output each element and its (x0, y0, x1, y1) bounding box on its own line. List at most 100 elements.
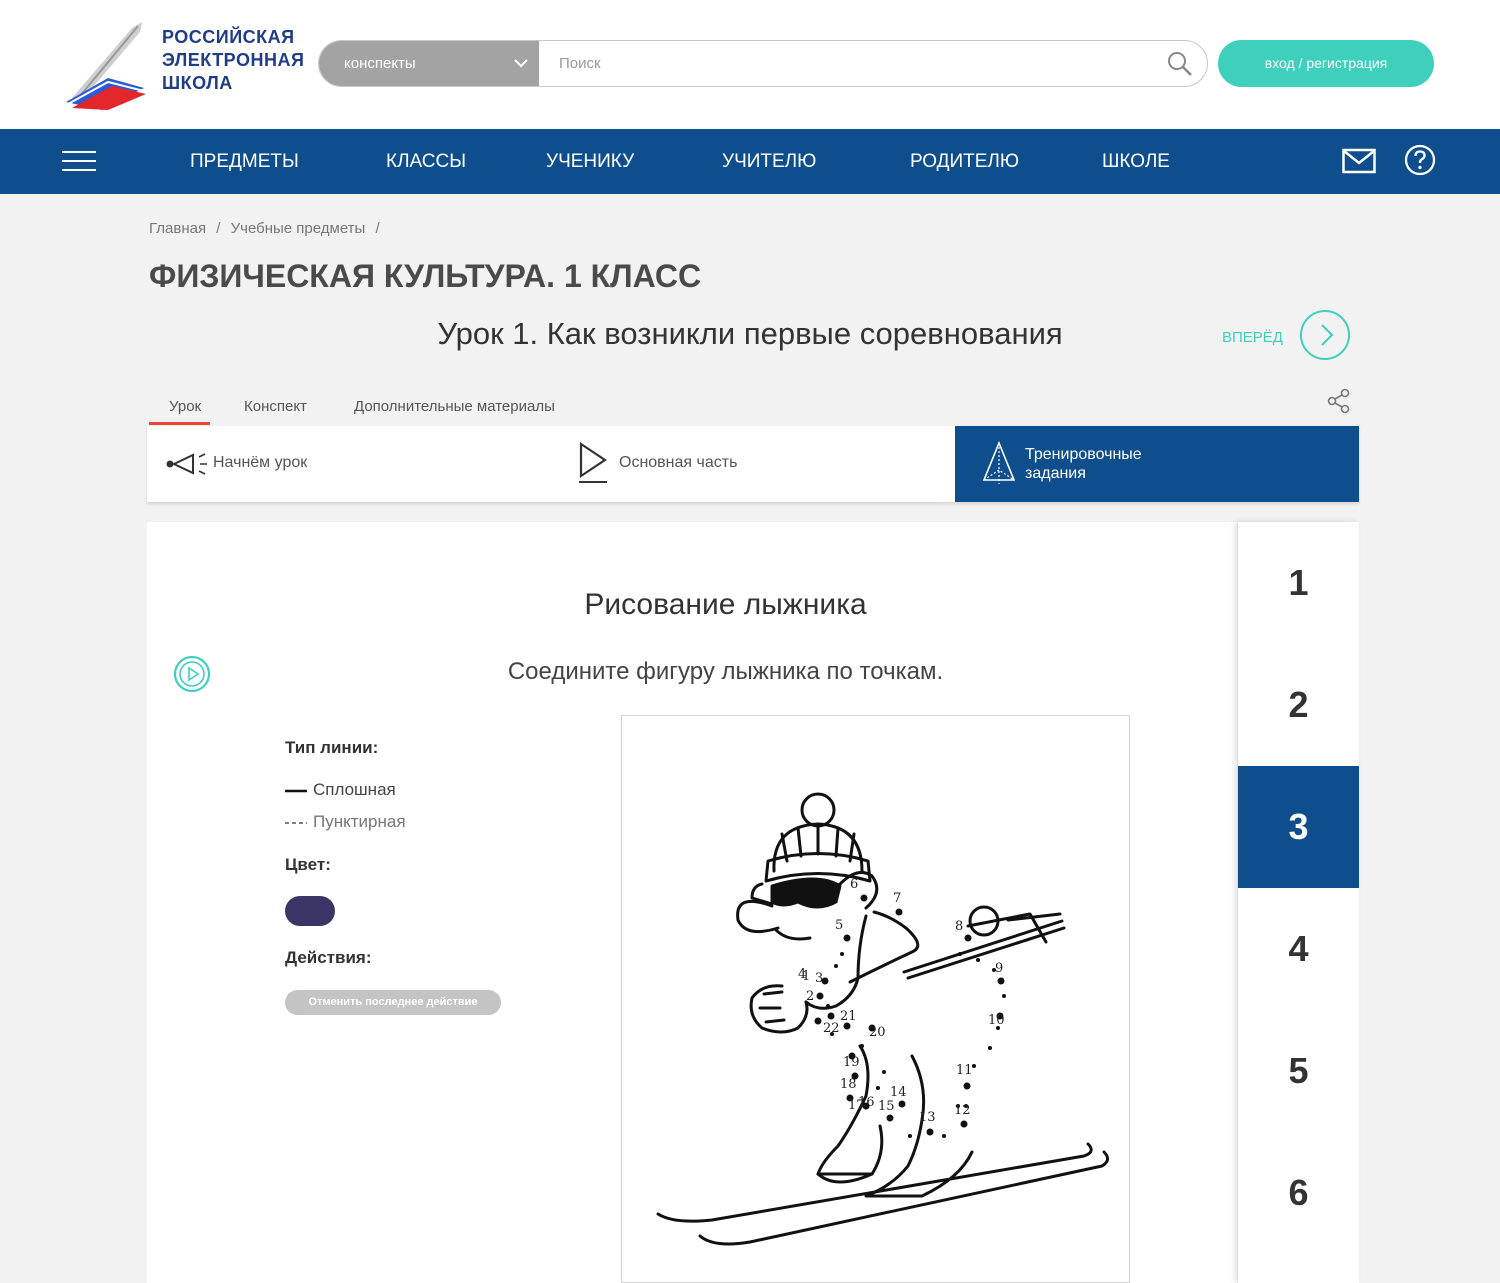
dot-label: 18 (840, 1077, 857, 1092)
undo-button[interactable]: Отменить последнее действие (285, 990, 501, 1015)
dot-label: 17 (848, 1098, 865, 1113)
dot-label: 20 (869, 1025, 886, 1040)
pyramid-icon (982, 440, 1016, 484)
search-category-select[interactable]: конспекты (319, 41, 539, 86)
step-number: 3 (1288, 806, 1309, 847)
line-type-heading: Тип линии: (285, 738, 379, 757)
dot-label: 14 (890, 1085, 907, 1100)
search-category-value: конспекты (344, 55, 416, 72)
forward-label: ВПЕРЁД (1222, 329, 1283, 346)
logo-line-2: ЭЛЕКТРОННАЯ (162, 50, 305, 70)
hat-pompom (800, 792, 836, 828)
solid-line-icon (285, 789, 307, 792)
mail-icon[interactable] (1342, 147, 1376, 175)
forward-button[interactable]: ВПЕРЁД (1222, 310, 1352, 362)
skier-dot-drawing: 1 2 3 4 5 6 7 8 9 10 11 12 13 14 15 16 1… (656, 792, 1109, 1246)
page-title: ФИЗИЧЕСКАЯ КУЛЬТУРА. 1 КЛАСС (149, 258, 702, 294)
search-bar: конспекты (318, 40, 1208, 87)
breadcrumb-subjects[interactable]: Учебные предметы (231, 220, 366, 237)
breadcrumb-separator: / (216, 220, 221, 237)
lesson-title: Урок 1. Как возникли первые соревнования (437, 316, 1063, 351)
section-label: Начнём урок (213, 454, 308, 471)
section-label: Тренировочные задания (1025, 446, 1142, 482)
play-icon (579, 442, 607, 483)
drawing-canvas[interactable]: 1 2 3 4 5 6 7 8 9 10 11 12 13 14 15 16 1… (621, 715, 1130, 1283)
section-main-part[interactable]: Основная часть (551, 426, 955, 502)
nav-item-classes[interactable]: КЛАССЫ (386, 129, 466, 194)
section-start-lesson[interactable]: Начнём урок (147, 426, 551, 502)
dot-label: 13 (919, 1110, 936, 1125)
tab-active-indicator (149, 422, 210, 425)
dot-label: 22 (823, 1021, 840, 1036)
breadcrumb-separator: / (375, 220, 380, 237)
site-header: РОССИЙСКАЯ ЭЛЕКТРОННАЯ ШКОЛА конспекты в… (0, 0, 1500, 129)
dot-label: 10 (988, 1013, 1005, 1028)
color-swatch[interactable] (285, 896, 335, 926)
line-option-solid[interactable]: Сплошная (285, 780, 396, 800)
dot-label: 3 (815, 971, 823, 986)
dashed-line-icon (285, 821, 307, 824)
task-step-1[interactable]: 1 (1238, 522, 1359, 644)
dot-label: 2 (806, 989, 814, 1004)
tab-extra-materials[interactable]: Дополнительные материалы (354, 398, 555, 415)
tab-lesson[interactable]: Урок (169, 398, 201, 415)
dot-label: 11 (956, 1063, 973, 1078)
task-step-4[interactable]: 4 (1238, 888, 1359, 1010)
lesson-sections: Начнём урок Основная часть Тренировочные… (147, 426, 1359, 502)
nav-item-school[interactable]: ШКОЛЕ (1102, 129, 1170, 194)
actions-heading: Действия: (285, 948, 372, 967)
section-training-tasks[interactable]: Тренировочные задания (955, 426, 1359, 502)
tab-summary[interactable]: Конспект (244, 398, 307, 415)
logo-text: РОССИЙСКАЯ ЭЛЕКТРОННАЯ ШКОЛА (162, 26, 304, 95)
task-step-6[interactable]: 6 (1238, 1132, 1359, 1254)
task-title: Рисование лыжника (584, 588, 867, 621)
dot-label: 9 (995, 961, 1003, 976)
dot-label: 21 (840, 1009, 857, 1024)
forward-circle (1300, 310, 1350, 360)
color-heading: Цвет: (285, 855, 331, 874)
feather-logo-icon (66, 22, 146, 110)
breadcrumb-home[interactable]: Главная (149, 220, 206, 237)
dot-label: 7 (893, 891, 901, 906)
search-input[interactable] (539, 41, 1159, 86)
task-instruction: Соедините фигуру лыжника по точкам. (507, 658, 944, 685)
task-step-3[interactable]: 3 (1238, 766, 1359, 888)
nav-item-student[interactable]: УЧЕНИКУ (546, 129, 634, 194)
task-steps: 1 2 3 4 5 6 (1238, 522, 1359, 1283)
chevron-right-icon (1321, 324, 1334, 346)
breadcrumb: Главная / Учебные предметы / (149, 220, 386, 237)
step-number: 4 (1288, 928, 1309, 969)
step-number: 2 (1288, 684, 1309, 725)
dot-label: 19 (843, 1055, 860, 1070)
task-step-5[interactable]: 5 (1238, 1010, 1359, 1132)
logo-line-3: ШКОЛА (162, 73, 233, 93)
section-label: Основная часть (619, 454, 738, 471)
step-number: 5 (1288, 1050, 1309, 1091)
line-option-label: Пунктирная (313, 812, 406, 831)
chevron-down-icon (514, 59, 528, 68)
task-card: Рисование лыжника Соедините фигуру лыжни… (147, 522, 1237, 1283)
help-icon[interactable] (1404, 144, 1436, 176)
line-option-label: Сплошная (313, 780, 396, 799)
line-option-dashed[interactable]: Пунктирная (285, 812, 406, 832)
login-register-button[interactable]: вход / регистрация (1218, 40, 1434, 87)
nav-item-subjects[interactable]: ПРЕДМЕТЫ (190, 129, 299, 194)
site-logo[interactable]: РОССИЙСКАЯ ЭЛЕКТРОННАЯ ШКОЛА (62, 18, 304, 110)
task-step-2[interactable]: 2 (1238, 644, 1359, 766)
share-icon[interactable] (1327, 388, 1351, 414)
dot-label: 12 (954, 1103, 971, 1118)
dot-label: 6 (850, 877, 858, 892)
nav-item-parent[interactable]: РОДИТЕЛЮ (910, 129, 1019, 194)
search-icon[interactable] (1167, 51, 1193, 77)
step-number: 1 (1288, 562, 1309, 603)
megaphone-icon (166, 453, 207, 475)
nav-item-teacher[interactable]: УЧИТЕЛЮ (722, 129, 816, 194)
dot-label: 8 (955, 919, 963, 934)
menu-burger-icon[interactable] (62, 151, 96, 173)
main-nav: ПРЕДМЕТЫ КЛАССЫ УЧЕНИКУ УЧИТЕЛЮ РОДИТЕЛЮ… (0, 129, 1500, 194)
logo-line-1: РОССИЙСКАЯ (162, 27, 295, 47)
dot-label: 4 (798, 967, 806, 982)
dot-label: 15 (878, 1099, 895, 1114)
dot-label: 5 (835, 918, 843, 933)
step-number: 6 (1288, 1172, 1309, 1213)
